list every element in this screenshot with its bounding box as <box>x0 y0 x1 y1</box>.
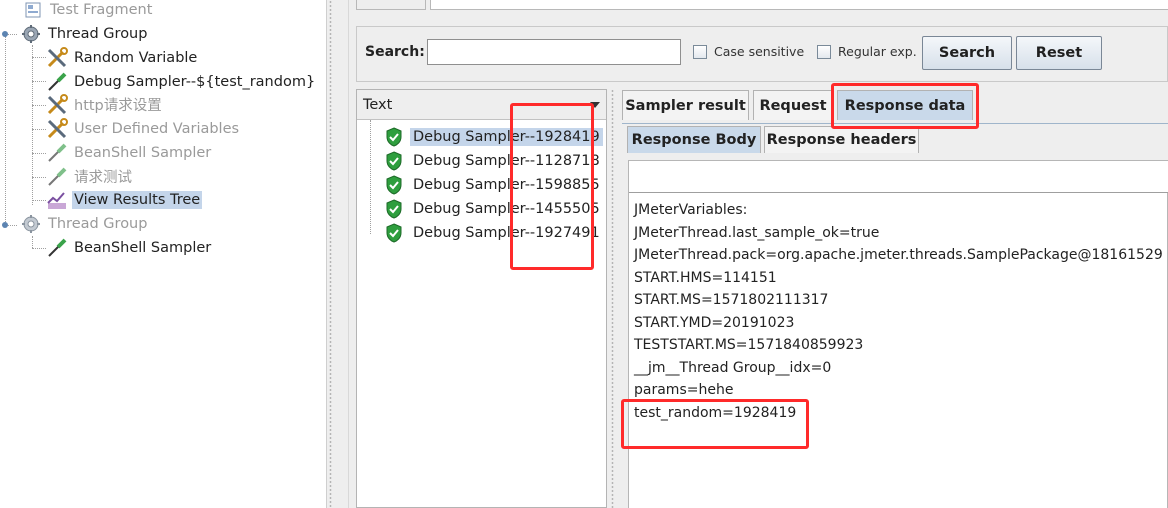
tab-response-body[interactable]: Response Body <box>627 126 761 153</box>
tab-response-headers[interactable]: Response headers <box>764 126 919 153</box>
tree-node-request-test[interactable]: 请求测试 <box>46 165 134 188</box>
tree-node-user-defined-variables[interactable]: User Defined Variables <box>46 117 241 140</box>
list-item-label: Debug Sampler--1455505 <box>413 200 600 217</box>
response-body-search[interactable] <box>629 161 1168 193</box>
success-shield-icon <box>386 126 402 147</box>
response-line: TESTSTART.MS=1571840859923 <box>634 337 864 353</box>
search-button[interactable]: Search <box>922 36 1012 70</box>
gear-icon <box>20 23 42 45</box>
list-item[interactable]: Debug Sampler--1455505 <box>367 197 603 220</box>
response-line: JMeterThread.pack=org.apache.jmeter.thre… <box>634 247 1163 263</box>
success-shield-icon <box>386 150 402 171</box>
response-line: JMeterVariables: <box>634 202 748 218</box>
view-results-tree-panel: Search: Case sensitive Regular exp. Sear… <box>356 0 1168 508</box>
tab-response-data[interactable]: Response data <box>837 90 973 120</box>
tree-node-label: BeanShell Sampler <box>74 239 212 256</box>
search-input[interactable] <box>427 39 681 65</box>
search-label: Search: <box>365 44 425 60</box>
checkbox-label: Case sensitive <box>714 44 805 59</box>
response-line: __jm__Thread Group__idx=0 <box>634 360 832 376</box>
tree-node-thread-group-2[interactable]: Thread Group <box>20 212 149 235</box>
tree-node-beanshell-sampler[interactable]: BeanShell Sampler <box>46 141 213 164</box>
case-sensitive-checkbox[interactable]: Case sensitive <box>693 44 804 59</box>
tree-node-debug-sampler[interactable]: Debug Sampler--${test_random} <box>46 70 317 93</box>
tab-request[interactable]: Request <box>753 90 833 120</box>
list-item[interactable]: Debug Sampler--1927491 <box>367 221 603 244</box>
search-bar: Search: Case sensitive Regular exp. Sear… <box>356 26 1168 82</box>
tree-node-http-settings[interactable]: http请求设置 <box>46 93 164 116</box>
tree-node-label: Thread Group <box>48 215 148 232</box>
tree-node-label: View Results Tree <box>72 190 203 209</box>
wrench-screwdriver-icon <box>46 46 68 69</box>
fragment-icon <box>22 0 44 21</box>
render-type-select[interactable]: Text <box>357 90 606 120</box>
top-row-field[interactable] <box>430 0 1168 10</box>
pipette-icon <box>46 142 68 164</box>
gear-icon <box>20 213 42 235</box>
response-line: JMeterThread.last_sample_ok=true <box>634 225 880 241</box>
result-detail-pane: Sampler result Request Response data Res… <box>619 89 1168 508</box>
checkbox-box[interactable] <box>693 44 707 59</box>
reset-button[interactable]: Reset <box>1016 36 1102 70</box>
tree-node-label: Debug Sampler--${test_random} <box>74 73 316 90</box>
pipette-icon <box>46 71 68 93</box>
collapse-handle[interactable] <box>1 221 9 229</box>
results-list: Text Debug Sampler--1928419 Debug Sample… <box>356 89 607 508</box>
tree-node-label: Random Variable <box>74 49 198 66</box>
response-line: START.HMS=114151 <box>634 270 777 286</box>
tree-node-label: 请求测试 <box>74 170 132 186</box>
response-data-panel: Response Body Response headers JMeterVar… <box>622 123 1168 508</box>
pipette-icon <box>46 166 68 188</box>
collapse-handle[interactable] <box>1 30 9 38</box>
pipette-icon <box>46 237 68 259</box>
tree-node-thread-group[interactable]: Thread Group <box>20 22 149 45</box>
tree-node-random-variable[interactable]: Random Variable <box>46 46 199 69</box>
checkbox-box[interactable] <box>817 44 831 59</box>
tree-node-label: http请求设置 <box>74 98 162 114</box>
list-item-label: Debug Sampler--1927491 <box>413 224 600 241</box>
tree-node-label: Thread Group <box>48 25 148 42</box>
tree-node-label: User Defined Variables <box>74 120 240 137</box>
test-plan-tree[interactable]: Test Fragment Thread Group Random Variab… <box>0 0 326 508</box>
list-item-label: Debug Sampler--1598855 <box>413 176 600 193</box>
tree-node-label: Test Fragment <box>50 1 153 18</box>
wrench-screwdriver-icon <box>46 93 68 116</box>
render-type-value: Text <box>363 96 393 113</box>
response-line: params=hehe <box>634 382 734 398</box>
response-line: START.MS=1571802111317 <box>634 292 829 308</box>
list-item[interactable]: Debug Sampler--1128718 <box>367 149 603 172</box>
wrench-screwdriver-icon <box>46 117 68 140</box>
list-item[interactable]: Debug Sampler--1928419 <box>367 125 603 148</box>
list-item-label: Debug Sampler--1928419 <box>410 127 603 146</box>
tree-node-test-fragment[interactable]: Test Fragment <box>22 0 154 21</box>
tree-node-label: BeanShell Sampler <box>74 144 212 161</box>
success-shield-icon <box>386 198 402 219</box>
tree-node-beanshell-sampler-2[interactable]: BeanShell Sampler <box>46 236 213 259</box>
regular-exp-checkbox[interactable]: Regular exp. <box>817 44 917 59</box>
top-filename-row <box>356 0 1168 14</box>
tab-sampler-result[interactable]: Sampler result <box>622 90 749 120</box>
response-line: START.YMD=20191023 <box>634 315 795 331</box>
success-shield-icon <box>386 222 402 243</box>
tree-node-view-results-tree[interactable]: View Results Tree <box>46 188 203 211</box>
response-line: test_random=1928419 <box>634 405 797 421</box>
response-body[interactable]: JMeterVariables: JMeterThread.last_sampl… <box>628 160 1168 508</box>
top-row-label-area <box>356 0 426 10</box>
results-splitter[interactable] <box>607 89 619 508</box>
checkbox-label: Regular exp. <box>838 44 917 59</box>
list-item[interactable]: Debug Sampler--1598855 <box>367 173 603 196</box>
list-item-label: Debug Sampler--1128718 <box>413 152 600 169</box>
chart-icon <box>46 189 68 211</box>
chevron-down-icon[interactable] <box>590 102 600 108</box>
tree-splitter[interactable] <box>326 0 356 508</box>
success-shield-icon <box>386 174 402 195</box>
